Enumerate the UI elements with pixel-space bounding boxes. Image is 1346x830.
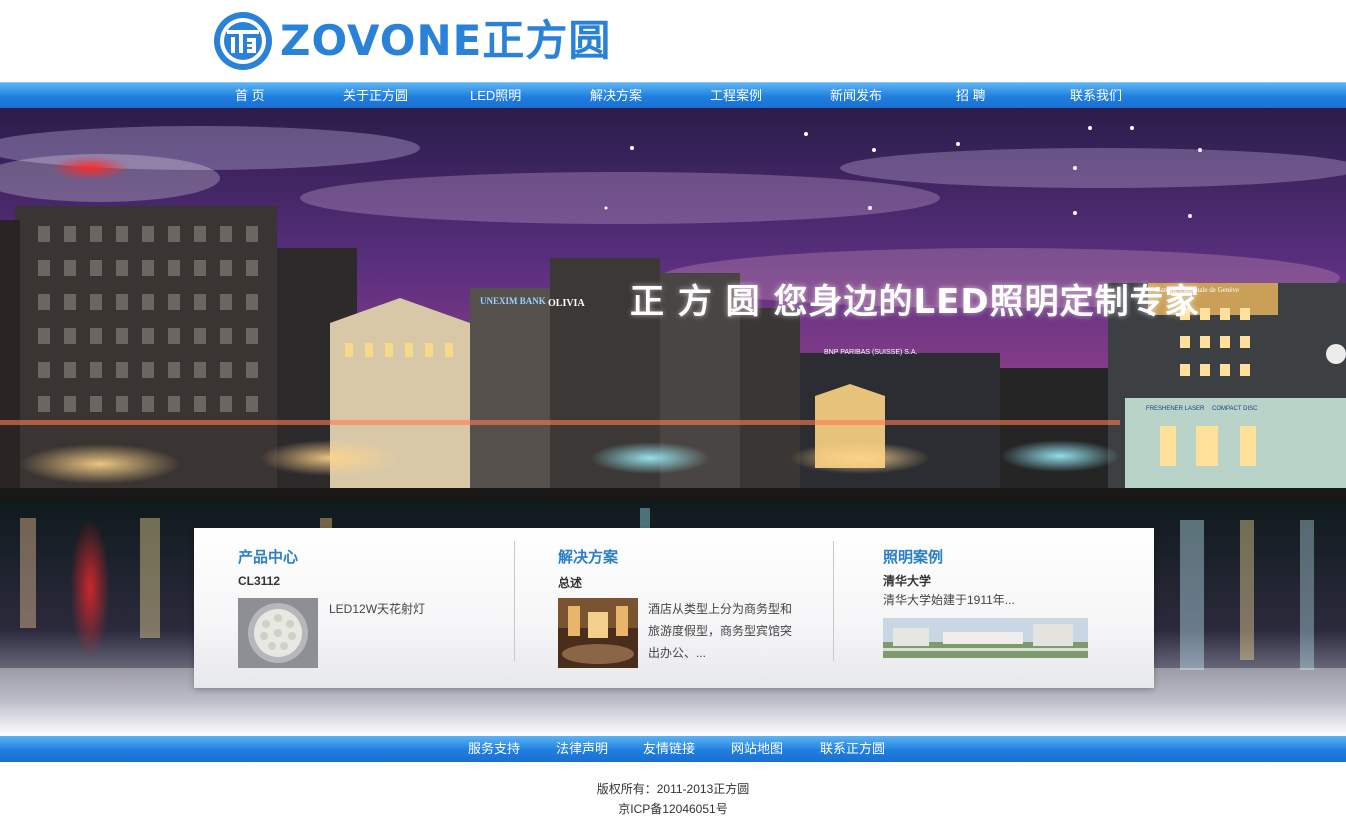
products-title[interactable]: 产品中心 bbox=[238, 546, 298, 567]
nav-jobs[interactable]: 招 聘 bbox=[956, 83, 986, 108]
cases-title[interactable]: 照明案例 bbox=[883, 546, 943, 567]
banner-slogan: 正 方 圆 您身边的LED照明定制专家 bbox=[630, 282, 1200, 322]
cases-subtitle[interactable]: 清华大学 bbox=[883, 572, 931, 589]
solutions-column: 解决方案 总述 酒店从类型上分为商务型和旅游度假型，商务型宾馆突出办公、... bbox=[514, 528, 834, 688]
footer-link-friends[interactable]: 友情链接 bbox=[643, 736, 695, 762]
solutions-subtitle[interactable]: 总述 bbox=[558, 574, 582, 591]
logo[interactable]: ZOVONE正方圆 bbox=[212, 10, 611, 72]
product-thumbnail[interactable] bbox=[238, 598, 318, 668]
copyright-text: 版权所有：2011-2013正方圆 bbox=[596, 782, 750, 796]
sign-freshener: FRESHENER LASER bbox=[1146, 406, 1205, 412]
main-nav: 首 页 关于正方圆 LED照明 解决方案 工程案例 新闻发布 招 聘 联系我们 bbox=[0, 82, 1346, 108]
sign-compact-disc: COMPACT DISC bbox=[1212, 406, 1258, 412]
solutions-title[interactable]: 解决方案 bbox=[558, 546, 618, 567]
cases-column: 照明案例 清华大学 清华大学始建于1911年... bbox=[834, 528, 1154, 688]
nav-about[interactable]: 关于正方圆 bbox=[343, 83, 408, 108]
nav-projects[interactable]: 工程案例 bbox=[710, 83, 762, 108]
sign-unexim-bank: UNEXIM BANK bbox=[480, 296, 546, 306]
products-description[interactable]: LED12W天花射灯 bbox=[329, 598, 425, 620]
nav-contact[interactable]: 联系我们 bbox=[1070, 83, 1122, 108]
hotel-thumbnail[interactable] bbox=[558, 598, 638, 668]
nav-home[interactable]: 首 页 bbox=[235, 83, 265, 108]
footer-link-sitemap[interactable]: 网站地图 bbox=[731, 736, 783, 762]
products-column: 产品中心 CL3112 LED12W天花射灯 bbox=[194, 528, 514, 688]
sign-bnp: BNP PARIBAS (SUISSE) S.A. bbox=[824, 349, 918, 356]
icp-number[interactable]: 京ICP备12046051号 bbox=[0, 800, 1346, 817]
nav-news[interactable]: 新闻发布 bbox=[830, 83, 882, 108]
sign-olivia: OLIVIA bbox=[548, 298, 585, 309]
footer-link-legal[interactable]: 法律声明 bbox=[556, 736, 608, 762]
footer-nav: 服务支持 法律声明 友情链接 网站地图 联系正方圆 bbox=[0, 736, 1346, 762]
products-subtitle[interactable]: CL3112 bbox=[238, 574, 280, 588]
solutions-description[interactable]: 酒店从类型上分为商务型和旅游度假型，商务型宾馆突出办公、... bbox=[648, 598, 798, 664]
nav-led-lighting[interactable]: LED照明 bbox=[470, 83, 521, 108]
header: ZOVONE正方圆 bbox=[0, 0, 1346, 82]
cases-description[interactable]: 清华大学始建于1911年... bbox=[883, 589, 1015, 611]
footer-link-contact[interactable]: 联系正方圆 bbox=[820, 736, 885, 762]
info-panel: 产品中心 CL3112 LED12W天花射灯 解决方案 总述 酒店从类型上分为商… bbox=[194, 528, 1154, 688]
footer-link-support[interactable]: 服务支持 bbox=[468, 736, 520, 762]
logo-text: ZOVONE正方圆 bbox=[280, 16, 612, 65]
tsinghua-thumbnail[interactable] bbox=[883, 618, 1088, 658]
zovone-logo-icon bbox=[214, 12, 272, 70]
nav-solutions[interactable]: 解决方案 bbox=[590, 83, 642, 108]
